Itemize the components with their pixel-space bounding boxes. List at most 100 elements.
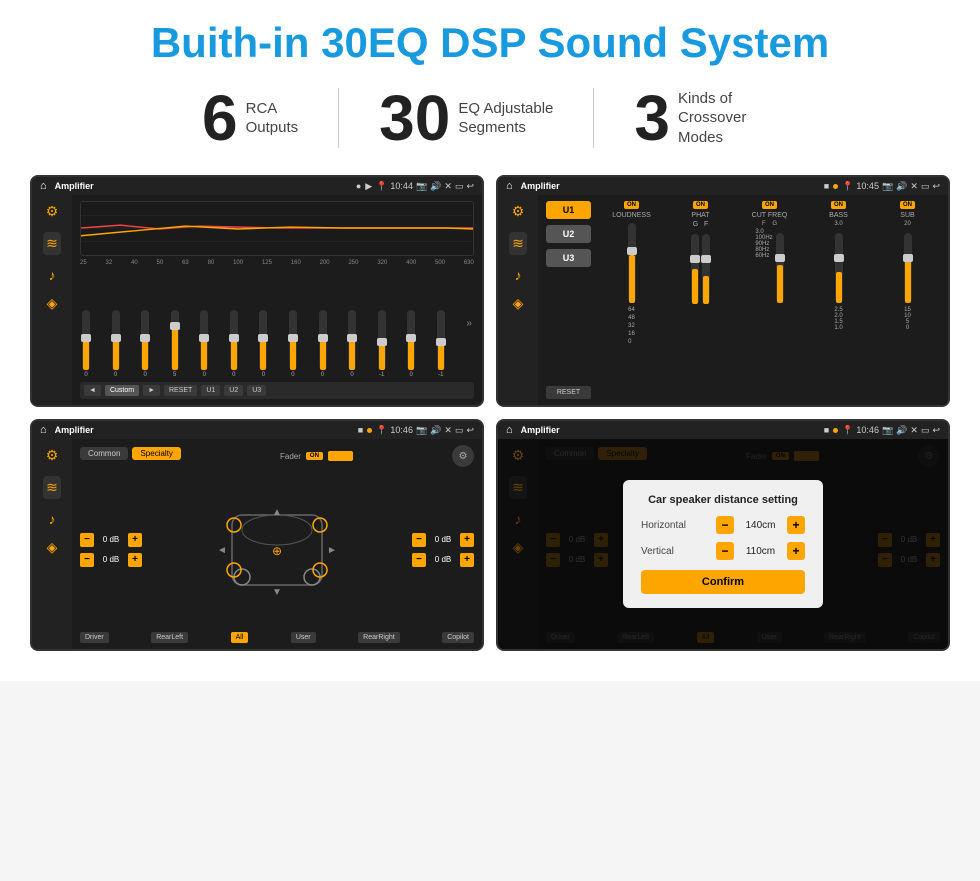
crossover-sidebar: ⚙ ≋ ♪ ◈ <box>498 195 538 405</box>
eq-sidebar-icon4[interactable]: ◈ <box>47 295 58 312</box>
eq-slider-11[interactable]: 0 <box>407 310 415 378</box>
svg-text:⊕: ⊕ <box>272 544 282 558</box>
tab-specialty[interactable]: Specialty <box>132 447 180 460</box>
on-badge-cutfreq[interactable]: ON <box>762 201 777 209</box>
eq-reset-btn[interactable]: RESET <box>164 385 197 396</box>
bass-slider[interactable] <box>835 233 843 303</box>
db-minus-rl[interactable]: − <box>80 553 94 567</box>
panel-bass: ON BASS 3.0 2.5 2.0 1.5 1.0 <box>806 201 871 399</box>
crossover-rect-icon: ▭ <box>921 181 930 192</box>
fader-on-badge[interactable]: ON <box>306 452 323 460</box>
crossover-dot2 <box>833 184 838 189</box>
eq-slider-8[interactable]: 0 <box>319 310 327 378</box>
phat-slider-g[interactable] <box>691 234 699 304</box>
tab-common[interactable]: Common <box>80 447 128 460</box>
db-control-rl: − 0 dB + <box>80 553 142 567</box>
speaker-bottom-labels: Driver RearLeft All User RearRight Copil… <box>80 632 474 643</box>
eq-dot1: ● <box>356 181 361 191</box>
eq-slider-9[interactable]: 0 <box>348 310 356 378</box>
eq-sidebar-icon3[interactable]: ♪ <box>49 267 56 283</box>
panel-sub: ON SUB 20 15 10 5 0 <box>875 201 940 399</box>
crossover-sidebar-icon4[interactable]: ◈ <box>513 295 524 312</box>
eq-sidebar-icon1[interactable]: ⚙ <box>46 203 59 220</box>
eq-slider-6[interactable]: 0 <box>259 310 267 378</box>
speaker-tabs: Common Specialty <box>80 447 181 460</box>
loudness-slider[interactable] <box>628 223 636 303</box>
db-minus-fl[interactable]: − <box>80 533 94 547</box>
eq-slider-5[interactable]: 0 <box>230 310 238 378</box>
dialog-minus-vertical[interactable]: − <box>716 542 734 560</box>
db-minus-rr[interactable]: − <box>412 553 426 567</box>
db-plus-fl[interactable]: + <box>128 533 142 547</box>
db-plus-rr[interactable]: + <box>460 553 474 567</box>
crossover-u-buttons: U1 U2 U3 RESET <box>546 201 591 399</box>
crossover-reset-btn[interactable]: RESET <box>546 386 591 399</box>
eq-u1-btn[interactable]: U1 <box>201 385 220 396</box>
eq-prev-btn[interactable]: ◄ <box>84 385 101 396</box>
eq-u2-btn[interactable]: U2 <box>224 385 243 396</box>
crossover-sidebar-icon1[interactable]: ⚙ <box>512 203 525 220</box>
eq-slider-12[interactable]: -1 <box>437 310 445 378</box>
crossover-dot1: ■ <box>824 181 829 191</box>
crossover-u1-btn[interactable]: U1 <box>546 201 591 219</box>
dialog-label-vertical: Vertical <box>641 546 701 557</box>
crossover-u2-btn[interactable]: U2 <box>546 225 591 243</box>
btn-copilot[interactable]: Copilot <box>442 632 474 643</box>
home-icon[interactable]: ⌂ <box>40 180 47 192</box>
fader-slider[interactable] <box>328 451 353 461</box>
speaker-sidebar-icon4[interactable]: ◈ <box>47 539 58 556</box>
eq-slider-7[interactable]: 0 <box>289 310 297 378</box>
eq-location-icon: 📍 <box>376 181 387 192</box>
speaker-sidebar-icon1[interactable]: ⚙ <box>46 447 59 464</box>
dialog-close-icon: ✕ <box>910 425 918 436</box>
speaker-dot2 <box>367 428 372 433</box>
eq-slider-0[interactable]: 0 <box>82 310 90 378</box>
crossover-content: ⚙ ≋ ♪ ◈ U1 U2 U3 RESET ON <box>498 195 948 405</box>
eq-bottom-bar: ◄ Custom ► RESET U1 U2 U3 <box>80 382 474 399</box>
eq-custom-btn[interactable]: Custom <box>105 385 139 396</box>
crossover-home-icon[interactable]: ⌂ <box>506 180 513 192</box>
eq-close-icon: ✕ <box>444 181 452 192</box>
confirm-button[interactable]: Confirm <box>641 570 805 594</box>
db-plus-rl[interactable]: + <box>128 553 142 567</box>
btn-user[interactable]: User <box>291 632 316 643</box>
panel-cutfreq-label: CUT FREQ <box>752 212 788 219</box>
on-badge-sub[interactable]: ON <box>900 201 915 209</box>
btn-all[interactable]: All <box>231 632 249 643</box>
cutfreq-slider[interactable] <box>776 233 784 303</box>
crossover-sidebar-icon3[interactable]: ♪ <box>515 267 522 283</box>
speaker-sidebar-icon2[interactable]: ≋ <box>43 476 61 499</box>
eq-slider-3[interactable]: 5 <box>171 310 179 378</box>
btn-rearright[interactable]: RearRight <box>358 632 400 643</box>
settings-icon[interactable]: ⚙ <box>452 445 474 467</box>
btn-rearleft[interactable]: RearLeft <box>151 632 188 643</box>
eq-sidebar-icon2[interactable]: ≋ <box>43 232 61 255</box>
dialog-home-icon[interactable]: ⌂ <box>506 424 513 436</box>
on-badge-phat[interactable]: ON <box>693 201 708 209</box>
dialog-minus-horizontal[interactable]: − <box>716 516 734 534</box>
crossover-sidebar-icon2[interactable]: ≋ <box>509 232 527 255</box>
on-badge-bass[interactable]: ON <box>831 201 846 209</box>
eq-back-icon: ↩ <box>466 181 474 192</box>
eq-slider-10[interactable]: -1 <box>378 310 386 378</box>
car-diagram: ⊕ ▲ ▼ ◄ ► <box>150 472 404 627</box>
sub-slider[interactable] <box>904 233 912 303</box>
dialog-plus-vertical[interactable]: + <box>787 542 805 560</box>
speaker-screen: ⌂ Amplifier ■ 📍 10:46 📷 🔊 ✕ ▭ ↩ ⚙ ≋ <box>30 419 484 651</box>
btn-driver[interactable]: Driver <box>80 632 109 643</box>
screenshots-grid: ⌂ Amplifier ● ▶ 📍 10:44 📷 🔊 ✕ ▭ ↩ ⚙ ≋ <box>30 175 950 651</box>
dialog-plus-horizontal[interactable]: + <box>787 516 805 534</box>
on-badge-loudness[interactable]: ON <box>624 201 639 209</box>
phat-slider-f[interactable] <box>702 234 710 304</box>
speaker-home-icon[interactable]: ⌂ <box>40 424 47 436</box>
eq-slider-1[interactable]: 0 <box>112 310 120 378</box>
db-minus-fr[interactable]: − <box>412 533 426 547</box>
eq-slider-2[interactable]: 0 <box>141 310 149 378</box>
db-plus-fr[interactable]: + <box>460 533 474 547</box>
eq-arrow-icon[interactable]: » <box>466 318 472 329</box>
crossover-u3-btn[interactable]: U3 <box>546 249 591 267</box>
eq-slider-4[interactable]: 0 <box>200 310 208 378</box>
speaker-sidebar-icon3[interactable]: ♪ <box>49 511 56 527</box>
eq-u3-btn[interactable]: U3 <box>247 385 266 396</box>
eq-next-btn[interactable]: ► <box>143 385 160 396</box>
